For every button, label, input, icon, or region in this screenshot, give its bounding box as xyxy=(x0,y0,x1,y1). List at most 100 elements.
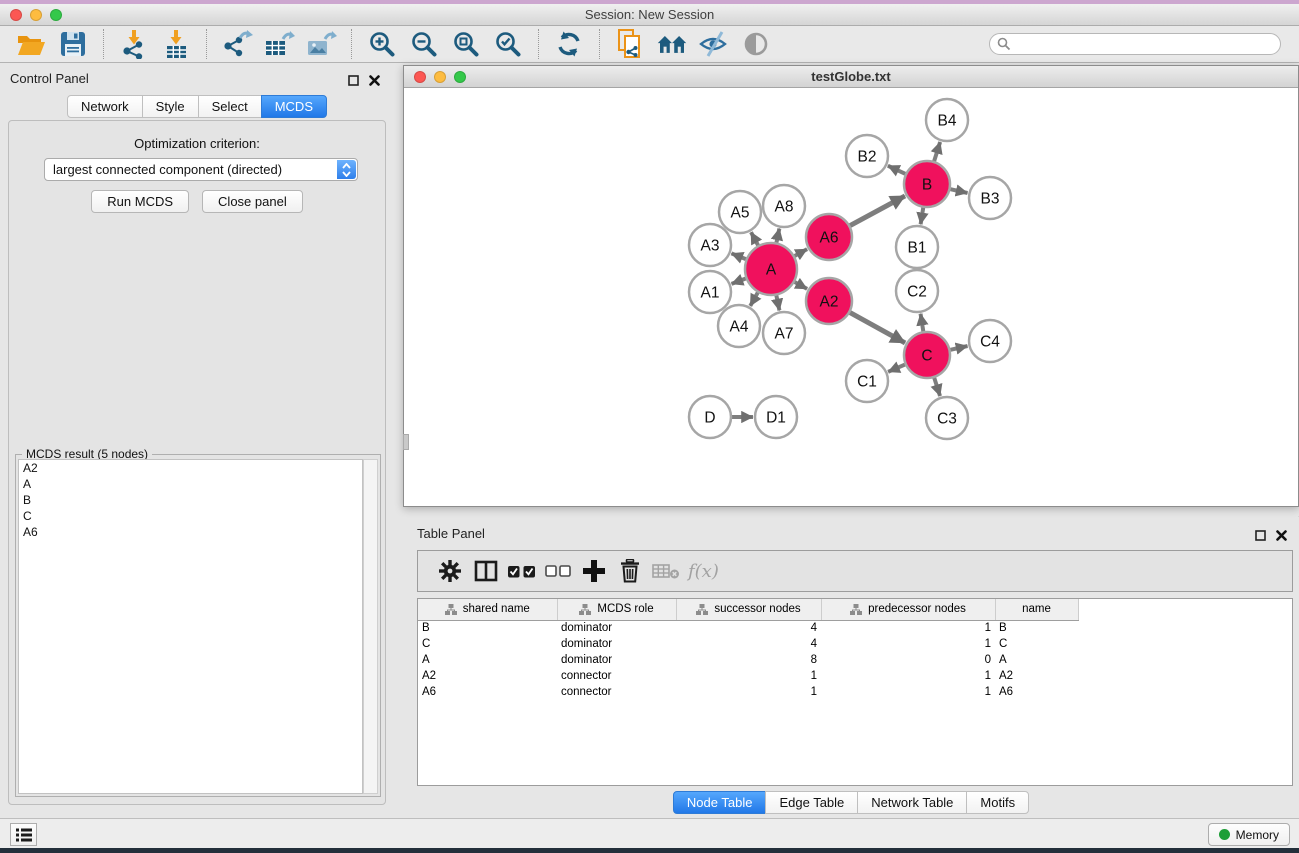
table-cell[interactable]: C xyxy=(995,636,1078,652)
graph-edge-A-A7[interactable] xyxy=(776,295,779,310)
table-cell[interactable]: 0 xyxy=(821,652,995,668)
show-panels-list-icon[interactable] xyxy=(10,823,37,846)
table-cell[interactable]: A xyxy=(995,652,1078,668)
graph-edge-C-C3[interactable] xyxy=(934,378,940,396)
tab-edge-table[interactable]: Edge Table xyxy=(765,791,858,814)
graph-node-A3[interactable]: A3 xyxy=(689,224,731,266)
tab-network-table[interactable]: Network Table xyxy=(857,791,967,814)
node-table[interactable]: shared name MCDS role successor nodes pr… xyxy=(417,598,1293,786)
graph-edge-C-C4[interactable] xyxy=(950,346,967,350)
table-row[interactable]: A2connector11A2 xyxy=(418,668,1078,684)
table-cell[interactable]: connector xyxy=(557,668,676,684)
table-row[interactable]: Cdominator41C xyxy=(418,636,1078,652)
graph-node-C3[interactable]: C3 xyxy=(926,397,968,439)
table-settings-gear-icon[interactable] xyxy=(432,556,468,586)
create-column-plus-icon[interactable] xyxy=(576,556,612,586)
float-table-panel-icon[interactable] xyxy=(1255,528,1266,546)
deselect-all-columns-icon[interactable] xyxy=(540,556,576,586)
table-cell[interactable]: 4 xyxy=(676,620,821,636)
column-header-mcds-role[interactable]: MCDS role xyxy=(557,599,676,620)
close-table-panel-icon[interactable] xyxy=(1276,528,1287,546)
column-header-successor-nodes[interactable]: successor nodes xyxy=(676,599,821,620)
import-network-icon[interactable] xyxy=(118,29,150,59)
table-cell[interactable]: dominator xyxy=(557,636,676,652)
zoom-selected-icon[interactable] xyxy=(492,29,524,59)
table-cell[interactable]: 1 xyxy=(821,668,995,684)
tab-node-table[interactable]: Node Table xyxy=(673,791,767,814)
delete-column-trash-icon[interactable] xyxy=(612,556,648,586)
graph-node-C4[interactable]: C4 xyxy=(969,320,1011,362)
refresh-network-icon[interactable] xyxy=(553,29,585,59)
optimization-criterion-select[interactable]: largest connected component (directed) xyxy=(44,158,358,181)
zoom-fit-content-icon[interactable] xyxy=(450,29,482,59)
search-input[interactable] xyxy=(989,33,1281,55)
show-hidden-eye-icon[interactable] xyxy=(740,29,772,59)
table-cell[interactable]: 1 xyxy=(821,620,995,636)
zoom-out-icon[interactable] xyxy=(408,29,440,59)
close-panel-button[interactable]: Close panel xyxy=(202,190,303,213)
graph-edge-A-A4[interactable] xyxy=(750,293,758,306)
hide-selected-eye-slash-icon[interactable] xyxy=(698,29,730,59)
table-cell[interactable]: A xyxy=(418,652,557,668)
mcds-result-item[interactable]: A6 xyxy=(19,524,362,540)
new-network-from-selection-icon[interactable] xyxy=(614,29,646,59)
table-cell[interactable]: C xyxy=(418,636,557,652)
network-window-titlebar[interactable]: testGlobe.txt xyxy=(404,66,1298,88)
column-header-name[interactable]: name xyxy=(995,599,1078,620)
delete-table-icon[interactable] xyxy=(648,556,684,586)
table-row[interactable]: A6connector11A6 xyxy=(418,684,1078,700)
graph-edge-A-A6[interactable] xyxy=(795,249,807,256)
mcds-result-item[interactable]: A2 xyxy=(19,460,362,476)
tab-select[interactable]: Select xyxy=(198,95,262,118)
graph-node-D[interactable]: D xyxy=(689,396,731,438)
table-cell[interactable]: 1 xyxy=(676,668,821,684)
graph-node-B2[interactable]: B2 xyxy=(846,135,888,177)
graph-node-C2[interactable]: C2 xyxy=(896,270,938,312)
graph-node-A1[interactable]: A1 xyxy=(689,271,731,313)
export-table-icon[interactable] xyxy=(263,29,295,59)
graph-node-C[interactable]: C xyxy=(904,332,950,378)
run-mcds-button[interactable]: Run MCDS xyxy=(91,190,189,213)
table-cell[interactable]: 8 xyxy=(676,652,821,668)
graph-node-D1[interactable]: D1 xyxy=(755,396,797,438)
result-scrollbar[interactable] xyxy=(363,459,378,794)
graph-node-A5[interactable]: A5 xyxy=(719,191,761,233)
graph-edge-A-A8[interactable] xyxy=(776,229,779,243)
apply-preferred-layout-icon[interactable] xyxy=(656,29,688,59)
column-chooser-icon[interactable] xyxy=(468,556,504,586)
graph-edge-A-A1[interactable] xyxy=(732,279,746,284)
table-cell[interactable]: 1 xyxy=(821,636,995,652)
graph-node-B3[interactable]: B3 xyxy=(969,177,1011,219)
graph-node-A2[interactable]: A2 xyxy=(806,278,852,324)
graph-node-B1[interactable]: B1 xyxy=(896,226,938,268)
table-cell[interactable]: A6 xyxy=(995,684,1078,700)
graph-node-A[interactable]: A xyxy=(745,243,797,295)
tab-motifs[interactable]: Motifs xyxy=(966,791,1029,814)
graph-node-B[interactable]: B xyxy=(904,161,950,207)
zoom-in-icon[interactable] xyxy=(366,29,398,59)
graph-edge-C-C1[interactable] xyxy=(888,365,905,372)
table-cell[interactable]: dominator xyxy=(557,620,676,636)
table-cell[interactable]: A2 xyxy=(418,668,557,684)
graph-edge-A2-C[interactable] xyxy=(850,313,905,343)
graph-node-B4[interactable]: B4 xyxy=(926,99,968,141)
tab-network[interactable]: Network xyxy=(67,95,143,118)
graph-edge-C-C2[interactable] xyxy=(921,314,924,332)
graph-node-C1[interactable]: C1 xyxy=(846,360,888,402)
graph-edge-A-A5[interactable] xyxy=(751,232,758,245)
tab-style[interactable]: Style xyxy=(142,95,199,118)
float-panel-icon[interactable] xyxy=(348,73,359,91)
graph-node-A6[interactable]: A6 xyxy=(806,214,852,260)
table-cell[interactable]: B xyxy=(995,620,1078,636)
open-file-icon[interactable] xyxy=(15,29,47,59)
table-cell[interactable]: dominator xyxy=(557,652,676,668)
column-header-predecessor-nodes[interactable]: predecessor nodes xyxy=(821,599,995,620)
mcds-result-item[interactable]: C xyxy=(19,508,362,524)
split-divider-grip[interactable] xyxy=(403,434,409,450)
export-image-icon[interactable] xyxy=(305,29,337,59)
graph-node-A7[interactable]: A7 xyxy=(763,312,805,354)
tab-mcds[interactable]: MCDS xyxy=(261,95,327,118)
graph-edge-A-A3[interactable] xyxy=(731,253,745,259)
mcds-result-list[interactable]: A2ABCA6 xyxy=(18,459,363,794)
mcds-result-item[interactable]: A xyxy=(19,476,362,492)
